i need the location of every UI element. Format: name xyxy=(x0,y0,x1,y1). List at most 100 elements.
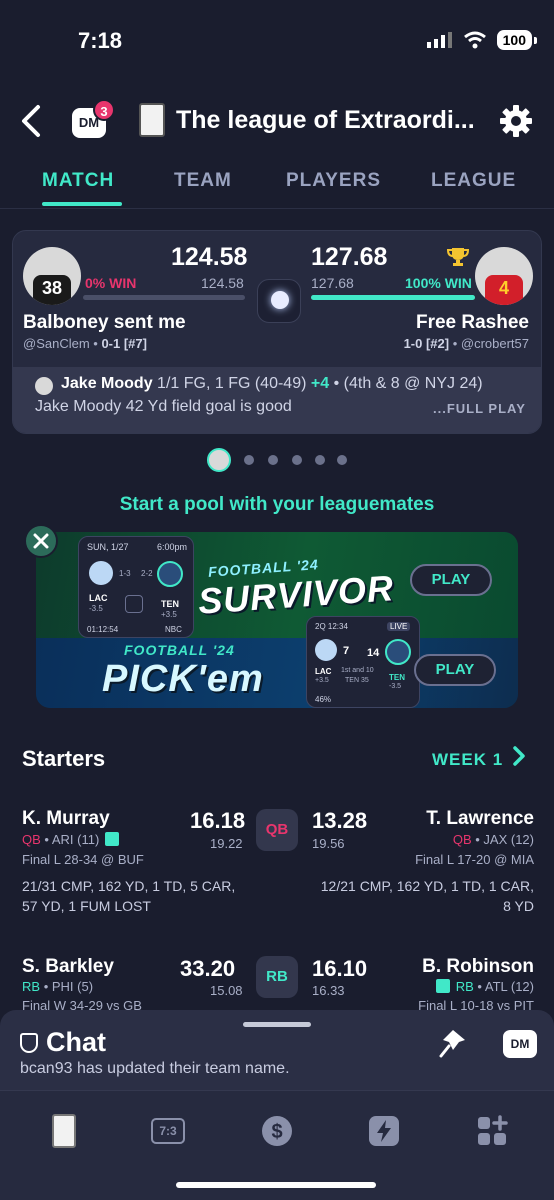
right-player-position: RB xyxy=(455,979,474,994)
close-icon xyxy=(33,533,49,549)
pager-dot[interactable] xyxy=(315,455,325,465)
chat-panel[interactable]: Chat bcan93 has updated their team name.… xyxy=(0,1010,554,1100)
play-stat-line: 1/1 FG, 1 FG (40-49) xyxy=(157,375,307,392)
play-player-name: Jake Moody xyxy=(61,375,153,392)
chat-title: Chat xyxy=(46,1027,106,1057)
pager-dot[interactable] xyxy=(268,455,278,465)
tab-players[interactable]: PLAYERS xyxy=(286,170,381,192)
card1-clock: 01:12:54 xyxy=(87,625,119,634)
right-win-bar-fill xyxy=(311,295,475,300)
svg-text:$: $ xyxy=(271,1121,282,1143)
chat-dm-button[interactable]: DM xyxy=(503,1030,537,1058)
league-title[interactable]: The league of Extraordi... xyxy=(176,106,496,135)
card1-home-line: +3.5 xyxy=(161,610,177,619)
league-logo-icon xyxy=(52,1114,76,1148)
card2-spot: TEN 35 xyxy=(345,677,369,684)
right-win-pct: 100% WIN xyxy=(405,275,472,291)
right-player-name[interactable]: T. Lawrence xyxy=(426,808,534,830)
right-win-bar xyxy=(311,295,475,300)
left-avatar-jersey: 38 xyxy=(33,275,71,305)
pickem-play-button[interactable]: PLAY xyxy=(414,654,496,686)
matchup-card[interactable]: 38 0% WIN 124.58 124.58 Balboney sent me… xyxy=(12,230,542,434)
left-player-status: Final L 28-34 @ BUF xyxy=(22,852,144,867)
right-team-meta: 1-0 [#2] • @crobert57 xyxy=(403,336,529,351)
league-logo xyxy=(139,103,165,137)
signal-icon xyxy=(426,32,452,48)
nav-money[interactable]: $ xyxy=(261,1115,293,1147)
left-team-name: Balboney sent me xyxy=(23,312,186,333)
pager-dot-active-avatar[interactable] xyxy=(207,448,231,472)
tab-divider xyxy=(0,208,554,209)
left-team-handle: @SanClem xyxy=(23,336,90,351)
ten-logo xyxy=(157,561,183,587)
nav-more[interactable] xyxy=(476,1115,508,1147)
tab-league[interactable]: LEAGUE xyxy=(431,170,516,192)
left-player-pos: RB • PHI (5) xyxy=(22,979,93,994)
right-player-proj: 19.56 xyxy=(312,836,345,851)
lightning-icon xyxy=(369,1116,399,1146)
active-tab-indicator xyxy=(42,202,122,206)
back-button[interactable] xyxy=(20,104,42,146)
right-player-name[interactable]: B. Robinson xyxy=(422,956,534,978)
status-icons: 100 xyxy=(426,30,538,50)
starters-title: Starters xyxy=(22,746,106,771)
shield-icon xyxy=(20,1033,38,1053)
play-line: Jake Moody 1/1 FG, 1 FG (40-49) +4 • (4t… xyxy=(61,375,483,393)
pager-dot[interactable] xyxy=(292,455,302,465)
card1-home: TEN xyxy=(161,599,179,609)
left-player-score: 33.20 xyxy=(180,956,236,981)
battery-icon: 100 xyxy=(496,30,538,50)
left-player-proj: 15.08 xyxy=(210,983,243,998)
dollar-icon: $ xyxy=(262,1116,292,1146)
live-badge: LIVE xyxy=(387,622,411,631)
week-selector[interactable]: WEEK 1 xyxy=(432,750,503,770)
right-player-pos: QB • JAX (12) xyxy=(453,832,534,847)
right-team-avatar: 4 xyxy=(475,247,533,305)
card2-away-score: 7 xyxy=(343,645,350,657)
full-play-link[interactable]: ...FULL PLAY xyxy=(433,401,526,416)
nav-league-home[interactable] xyxy=(48,1114,80,1148)
card2-down: 1st and 10 xyxy=(341,667,374,674)
left-win-bar xyxy=(83,295,245,300)
news-icon[interactable] xyxy=(104,832,119,846)
nav-activity[interactable] xyxy=(368,1115,400,1147)
card1-rec1: 1-3 xyxy=(119,569,131,578)
pager-dot[interactable] xyxy=(244,455,254,465)
card2-quarter: 2Q 12:34 xyxy=(315,622,348,631)
right-score: 127.68 xyxy=(311,243,388,271)
apps-plus-icon xyxy=(478,1115,508,1145)
nav-scores[interactable]: 7:3 xyxy=(150,1115,186,1147)
pool-promo-banner[interactable]: SUN, 1/27 6:00pm 1-3 2-2 LAC -3.5 TEN +3… xyxy=(36,532,518,708)
right-player-stats-1: 12/21 CMP, 162 YD, 1 TD, 1 CAR, xyxy=(320,878,534,894)
ten-logo xyxy=(385,639,411,665)
trophy-icon xyxy=(447,248,469,266)
drag-handle[interactable] xyxy=(243,1022,311,1027)
left-player-position: QB xyxy=(22,832,41,847)
pager-dot[interactable] xyxy=(337,455,347,465)
play-player-avatar xyxy=(35,377,53,395)
pin-button[interactable] xyxy=(439,1028,467,1065)
card2-home-score: 14 xyxy=(367,647,380,659)
tab-match[interactable]: MATCH xyxy=(42,170,114,192)
settings-button[interactable] xyxy=(499,104,533,147)
right-player-stats-2: 8 YD xyxy=(503,898,534,914)
card1-time: 6:00pm xyxy=(157,542,188,552)
card1-away-line: -3.5 xyxy=(89,604,103,613)
left-player-name[interactable]: S. Barkley xyxy=(22,956,114,978)
left-player-name[interactable]: K. Murray xyxy=(22,808,110,830)
left-player-stats-2: 57 YD, 1 FUM LOST xyxy=(22,898,151,914)
card2-pct: 46% xyxy=(315,695,332,704)
last-play-strip[interactable]: Jake Moody 1/1 FG, 1 FG (40-49) +4 • (4t… xyxy=(13,367,541,433)
left-player-pos: QB • ARI (11) xyxy=(22,832,121,847)
card1-rec2: 2-2 xyxy=(141,569,153,578)
tab-team[interactable]: TEAM xyxy=(174,170,232,192)
card1-network: NBC xyxy=(165,625,182,634)
survivor-play-button[interactable]: PLAY xyxy=(410,564,492,596)
pickem-preview-card: 2Q 12:34 LIVE 7 14 LAC +3.5 1st and 10 T… xyxy=(306,616,420,708)
left-team-record: 0-1 [#7] xyxy=(101,336,147,351)
week-next-button[interactable] xyxy=(512,745,526,774)
left-team-avatar: 38 xyxy=(23,247,81,305)
promo-close-button[interactable] xyxy=(24,524,58,558)
home-indicator xyxy=(176,1182,376,1188)
news-icon[interactable] xyxy=(436,979,451,993)
